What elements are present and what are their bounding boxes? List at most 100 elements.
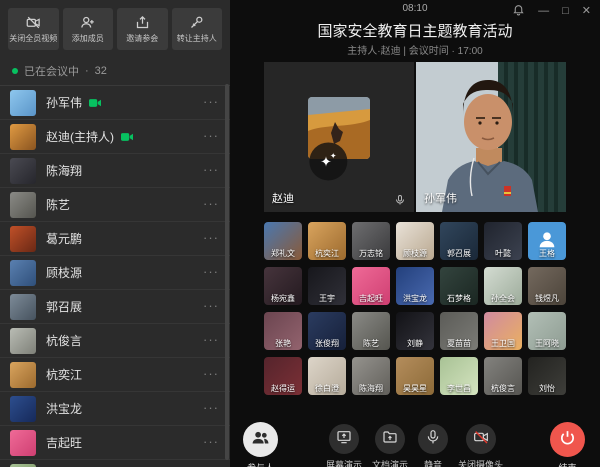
grid-name-label: 刘怡: [528, 383, 566, 394]
more-options-button[interactable]: ···: [203, 162, 219, 177]
more-options-button[interactable]: ···: [203, 434, 219, 449]
sparkle-icon: ✦✦: [309, 142, 347, 180]
avatar: [10, 294, 36, 320]
sidebar-scrollbar[interactable]: [225, 84, 229, 460]
minimize-icon[interactable]: —: [538, 5, 549, 18]
status-label: 已在会议中: [24, 63, 79, 79]
bell-icon[interactable]: [512, 3, 525, 20]
meeting-subtitle: 主持人·赵迪 | 会议时间 · 17:00: [230, 42, 600, 57]
grid-tile[interactable]: 刘怡: [528, 357, 566, 395]
participants-label: 参与人: [247, 461, 274, 467]
grid-name-label: 王格: [528, 248, 566, 259]
more-options-button[interactable]: ···: [203, 230, 219, 245]
video-stage: ✦✦ 赵迪: [264, 62, 566, 212]
grid-tile[interactable]: 昊昊星: [396, 357, 434, 395]
maximize-icon[interactable]: □: [562, 5, 569, 18]
participant-row[interactable]: 孙军伟 ···: [0, 86, 230, 120]
more-options-button[interactable]: ···: [203, 94, 219, 109]
camera-disable-icon: [473, 429, 489, 450]
more-options-button[interactable]: ···: [203, 332, 219, 347]
close-icon[interactable]: ✕: [582, 5, 591, 18]
video-tile-sunjunwei[interactable]: 孙军伟: [416, 62, 566, 212]
grid-tile[interactable]: 吉起旺: [352, 267, 390, 305]
grid-name-label: 张俊翔: [308, 338, 346, 349]
grid-tile[interactable]: 王宇: [308, 267, 346, 305]
center-controls: 屏幕演示 文档演示 静音 关闭摄像头: [326, 424, 503, 467]
grid-tile[interactable]: 郑礼文: [264, 222, 302, 260]
participant-row[interactable]: 洪宝龙 ···: [0, 392, 230, 426]
grid-tile[interactable]: 王阿晓: [528, 312, 566, 350]
grid-name-label: 杭俊言: [484, 383, 522, 394]
participant-row[interactable]: 陈艺 ···: [0, 188, 230, 222]
call-controls: 参与人 屏幕演示 文档演示 静音 关闭摄像头 结束: [230, 420, 600, 467]
grid-tile[interactable]: 陈海翔: [352, 357, 390, 395]
grid-tile[interactable]: 杭俊言: [484, 357, 522, 395]
more-options-button[interactable]: ···: [203, 264, 219, 279]
tile-name-label: 孙军伟: [424, 190, 457, 206]
toolbar-button[interactable]: 添加成员: [63, 8, 114, 50]
grid-tile[interactable]: 洪宝龙: [396, 267, 434, 305]
toolbar-button[interactable]: 关闭全员视频: [8, 8, 59, 50]
grid-tile[interactable]: 万志铭: [352, 222, 390, 260]
grid-tile[interactable]: 王卫国: [484, 312, 522, 350]
footer-button[interactable]: 静音: [418, 424, 448, 467]
grid-tile[interactable]: 钱煜凡: [528, 267, 566, 305]
avatar: [10, 90, 36, 116]
participants-button[interactable]: 参与人: [243, 422, 278, 467]
participants-panel: 关闭全员视频 添加成员 邀请参会 转让主持人 已在会议中 · 32 孙军伟 ··…: [0, 0, 230, 467]
participant-row[interactable]: 葛元鹏 ···: [0, 222, 230, 256]
grid-name-label: 夏苗苗: [440, 338, 478, 349]
grid-tile[interactable]: 陈艺: [352, 312, 390, 350]
participant-row[interactable]: 吉起旺 ···: [0, 426, 230, 460]
grid-tile[interactable]: 杭奕江: [308, 222, 346, 260]
toolbar-button[interactable]: 邀请参会: [117, 8, 168, 50]
grid-tile[interactable]: 顾枝源: [396, 222, 434, 260]
meeting-window: 关闭全员视频 添加成员 邀请参会 转让主持人 已在会议中 · 32 孙军伟 ··…: [0, 0, 600, 467]
grid-name-label: 陈艺: [352, 338, 390, 349]
sidebar-toolbar: 关闭全员视频 添加成员 邀请参会 转让主持人: [0, 0, 230, 56]
grid-tile[interactable]: 王格: [528, 222, 566, 260]
grid-tile[interactable]: 石梦格: [440, 267, 478, 305]
more-options-button[interactable]: ···: [203, 400, 219, 415]
participant-row[interactable]: 李世昌 ···: [0, 460, 230, 467]
grid-tile[interactable]: 张艳: [264, 312, 302, 350]
grid-name-label: 孙全会: [484, 293, 522, 304]
participant-row[interactable]: 杭奕江 ···: [0, 358, 230, 392]
footer-button[interactable]: 屏幕演示: [326, 424, 362, 467]
participant-row[interactable]: 顾枝源 ···: [0, 256, 230, 290]
participant-row[interactable]: 赵迪(主持人) ···: [0, 120, 230, 154]
camera-off-icon: [26, 15, 41, 30]
more-options-button[interactable]: ···: [203, 366, 219, 381]
grid-name-label: 钱煜凡: [528, 293, 566, 304]
participant-row[interactable]: 郭召展 ···: [0, 290, 230, 324]
participant-row[interactable]: 陈海翔 ···: [0, 154, 230, 188]
grid-tile[interactable]: 杨宛鑫: [264, 267, 302, 305]
grid-tile[interactable]: 徐白澄: [308, 357, 346, 395]
grid-tile[interactable]: 叶懿: [484, 222, 522, 260]
video-tile-zhaodi[interactable]: ✦✦ 赵迪: [264, 62, 414, 212]
grid-tile[interactable]: 张俊翔: [308, 312, 346, 350]
footer-button[interactable]: 关闭摄像头: [458, 424, 503, 467]
grid-name-label: 王卫国: [484, 338, 522, 349]
more-options-button[interactable]: ···: [203, 128, 219, 143]
meeting-main-area: 08:10 — □ ✕ 国家安全教育日主题教育活动 主持人·赵迪 | 会议时间 …: [230, 0, 600, 467]
video-on-icon: [88, 97, 102, 109]
grid-name-label: 陈海翔: [352, 383, 390, 394]
grid-tile[interactable]: 郭召展: [440, 222, 478, 260]
more-options-button[interactable]: ···: [203, 298, 219, 313]
status-separator: ·: [85, 65, 89, 77]
grid-tile[interactable]: 孙全会: [484, 267, 522, 305]
grid-tile[interactable]: 李世昌: [440, 357, 478, 395]
footer-button[interactable]: 文档演示: [372, 424, 408, 467]
grid-tile[interactable]: 夏苗苗: [440, 312, 478, 350]
grid-tile[interactable]: 刘静: [396, 312, 434, 350]
more-options-button[interactable]: ···: [203, 196, 219, 211]
participant-count: 32: [95, 65, 107, 77]
power-icon: [559, 429, 576, 451]
end-meeting-button[interactable]: 结束: [550, 422, 585, 467]
participant-name: 杭俊言: [46, 332, 82, 349]
participant-row[interactable]: 杭俊言 ···: [0, 324, 230, 358]
avatar: [10, 158, 36, 184]
toolbar-button[interactable]: 转让主持人: [172, 8, 223, 50]
grid-tile[interactable]: 赵得运: [264, 357, 302, 395]
